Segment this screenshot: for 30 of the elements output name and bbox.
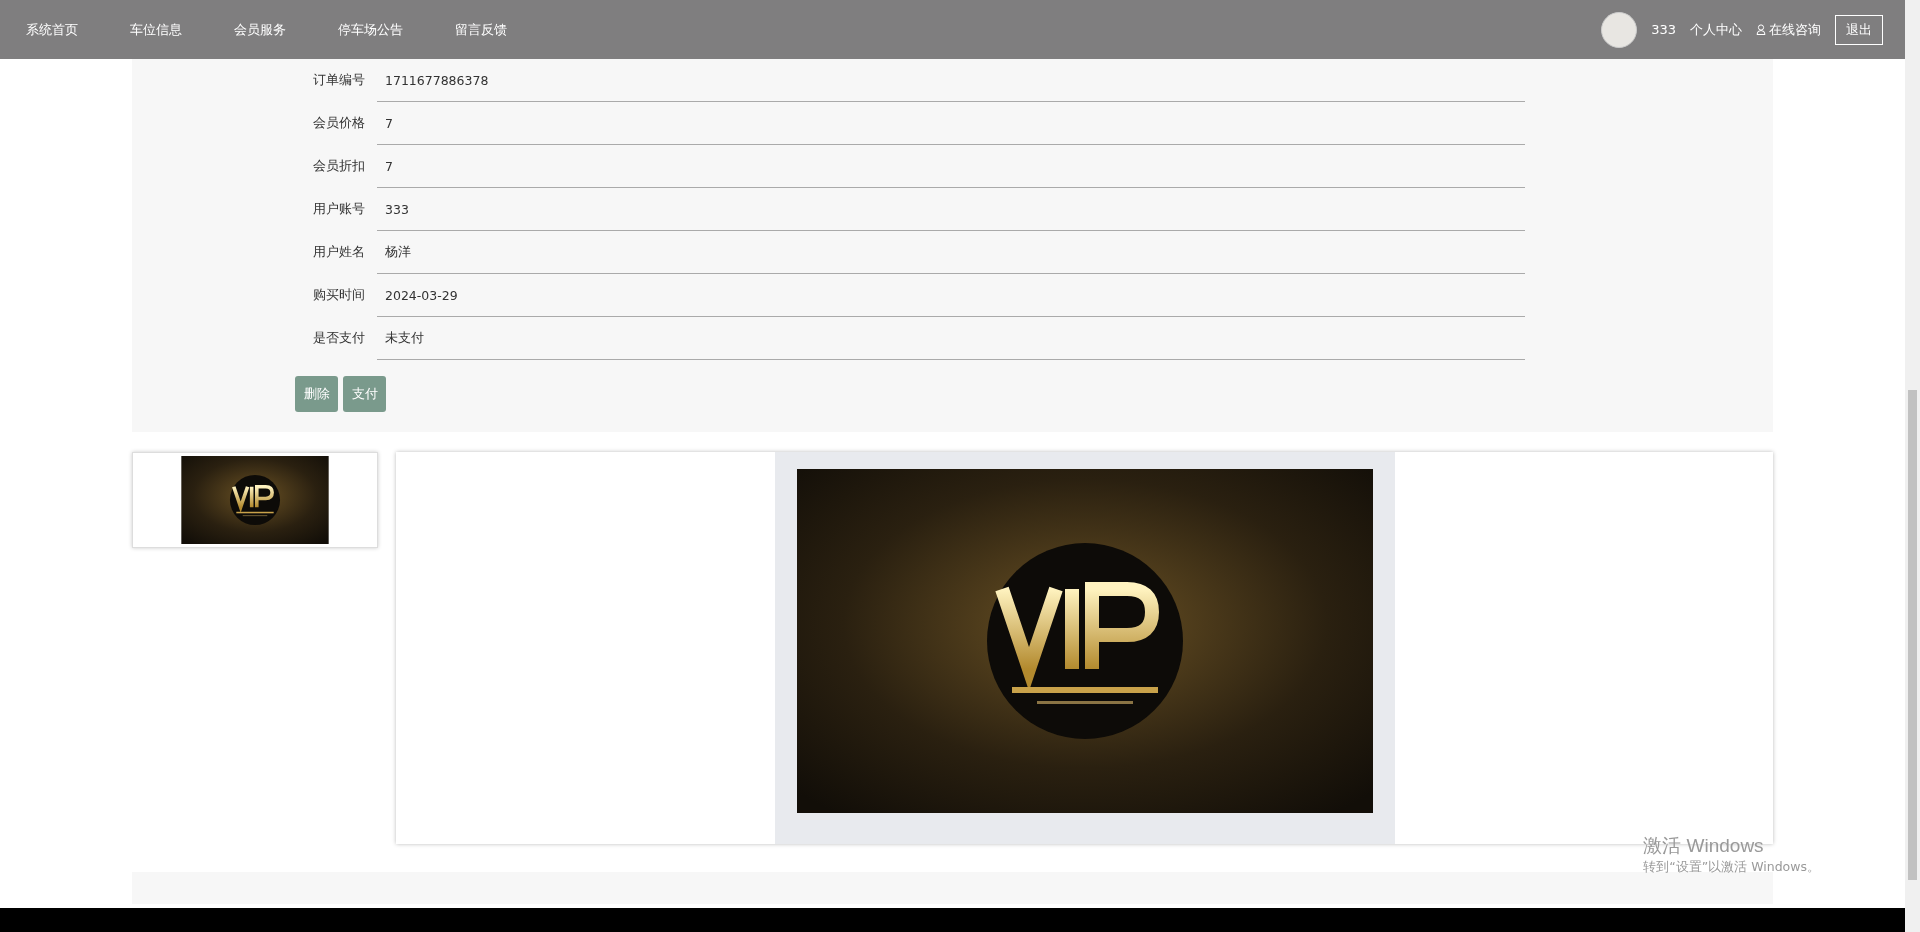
field-value: 未支付 (377, 317, 1525, 360)
username: 333 (1651, 22, 1676, 37)
field-value: 2024-03-29 (377, 274, 1525, 317)
notice-title: 激活 Windows (1643, 834, 1765, 858)
logout-button[interactable]: 退出 (1835, 14, 1883, 45)
field-value: 333 (377, 188, 1525, 231)
person-icon (1756, 24, 1766, 35)
field-value: 杨洋 (377, 231, 1525, 274)
nav-link[interactable]: 留言反馈 (455, 20, 507, 39)
field-label: 用户姓名 (312, 244, 366, 261)
field-label: 订单编号 (312, 72, 366, 89)
scrollbar[interactable] (1905, 0, 1920, 932)
nav-link[interactable]: 车位信息 (130, 20, 182, 39)
field-label: 会员价格 (312, 115, 366, 132)
nav-link[interactable]: 系统首页 (26, 20, 78, 39)
avatar[interactable] (1601, 11, 1638, 48)
consult-link[interactable]: 在线咨询 (1756, 20, 1821, 39)
field-value: 7 (377, 102, 1525, 145)
nav-link[interactable]: 停车场公告 (338, 20, 403, 39)
field-value: 7 (377, 145, 1525, 188)
pay-button[interactable]: 支付 (343, 376, 386, 412)
field-label: 用户账号 (312, 201, 366, 218)
field-label: 购买时间 (312, 287, 366, 304)
nav-link[interactable]: 会员服务 (234, 20, 286, 39)
notice-text: 转到“设置”以激活 Windows。 (1643, 859, 1820, 876)
delete-button[interactable]: 删除 (295, 376, 338, 412)
field-label: 是否支付 (312, 330, 366, 347)
profile-link[interactable]: 个人中心 (1690, 20, 1742, 39)
field-label: 会员折扣 (312, 158, 366, 175)
field-value: 1711677886378 (377, 59, 1525, 102)
